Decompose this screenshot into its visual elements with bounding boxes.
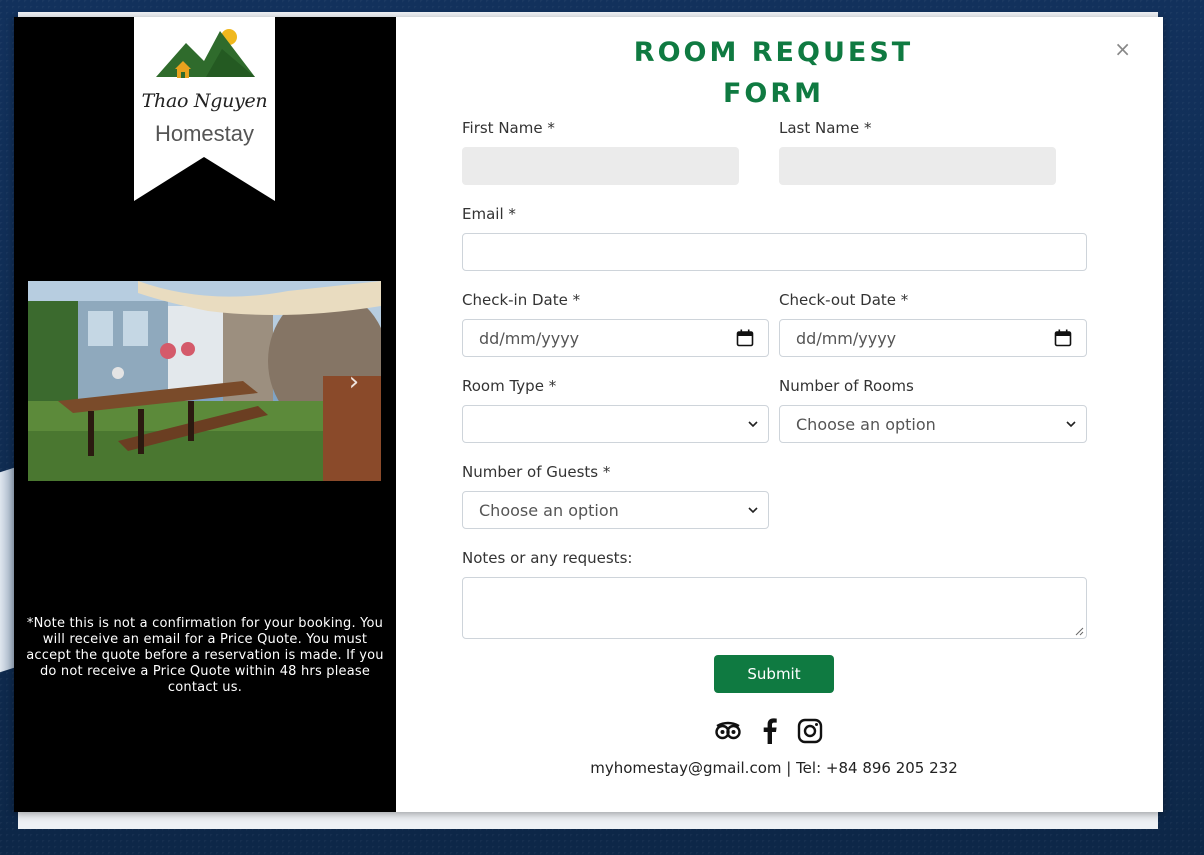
checkout-date-input[interactable]: dd/mm/yyyy	[779, 319, 1087, 357]
checkin-date-input[interactable]: dd/mm/yyyy	[462, 319, 769, 357]
form-title-line-1: ROOM REQUEST	[633, 37, 914, 68]
room-request-modal: Thao Nguyen Homestay › *Note this is not…	[14, 17, 1163, 812]
background-decoration	[0, 467, 14, 673]
num-guests-value: Choose an option	[479, 501, 619, 520]
last-name-input[interactable]	[779, 147, 1056, 185]
form-panel: × ROOM REQUEST FORM First Name * Last Na…	[396, 17, 1163, 812]
tripadvisor-icon[interactable]	[714, 717, 742, 745]
email-input[interactable]	[462, 233, 1087, 271]
calendar-icon[interactable]	[736, 329, 754, 347]
first-name-input[interactable]	[462, 147, 739, 185]
booking-disclaimer: *Note this is not a confirmation for you…	[26, 616, 384, 695]
form-title-line-2: FORM	[722, 78, 825, 109]
first-name-label: First Name *	[462, 119, 555, 137]
num-rooms-select[interactable]: Choose an option	[779, 405, 1087, 443]
checkin-label: Check-in Date *	[462, 291, 581, 309]
checkout-date-placeholder: dd/mm/yyyy	[796, 329, 897, 348]
logo-name: Thao Nguyen	[141, 90, 268, 112]
email-label: Email *	[462, 205, 516, 223]
chevron-down-icon	[1066, 421, 1076, 428]
calendar-icon[interactable]	[1054, 329, 1072, 347]
carousel-next-icon[interactable]: ›	[344, 367, 364, 397]
chevron-down-icon	[748, 507, 758, 514]
facebook-icon[interactable]	[756, 717, 784, 745]
submit-button[interactable]: Submit	[714, 655, 834, 693]
instagram-icon[interactable]	[796, 717, 824, 745]
resize-handle-icon[interactable]	[1075, 627, 1084, 636]
notes-textarea[interactable]	[462, 577, 1087, 639]
notes-label: Notes or any requests:	[462, 549, 633, 567]
checkin-date-placeholder: dd/mm/yyyy	[479, 329, 580, 348]
form-title: ROOM REQUEST FORM	[396, 32, 1151, 114]
room-type-label: Room Type *	[462, 377, 557, 395]
room-type-select[interactable]	[462, 405, 769, 443]
logo-subtitle: Homestay	[154, 121, 255, 146]
checkout-label: Check-out Date *	[779, 291, 909, 309]
num-guests-select[interactable]: Choose an option	[462, 491, 769, 529]
modal-side-panel: Thao Nguyen Homestay › *Note this is not…	[14, 17, 396, 812]
chevron-down-icon	[748, 421, 758, 428]
num-guests-label: Number of Guests *	[462, 463, 611, 481]
homestay-logo: Thao Nguyen Homestay	[134, 17, 275, 201]
num-rooms-label: Number of Rooms	[779, 377, 914, 395]
contact-info: myhomestay@gmail.com | Tel: +84 896 205 …	[590, 759, 958, 777]
homestay-garden-photo	[28, 281, 381, 481]
last-name-label: Last Name *	[779, 119, 872, 137]
num-rooms-value: Choose an option	[796, 415, 936, 434]
